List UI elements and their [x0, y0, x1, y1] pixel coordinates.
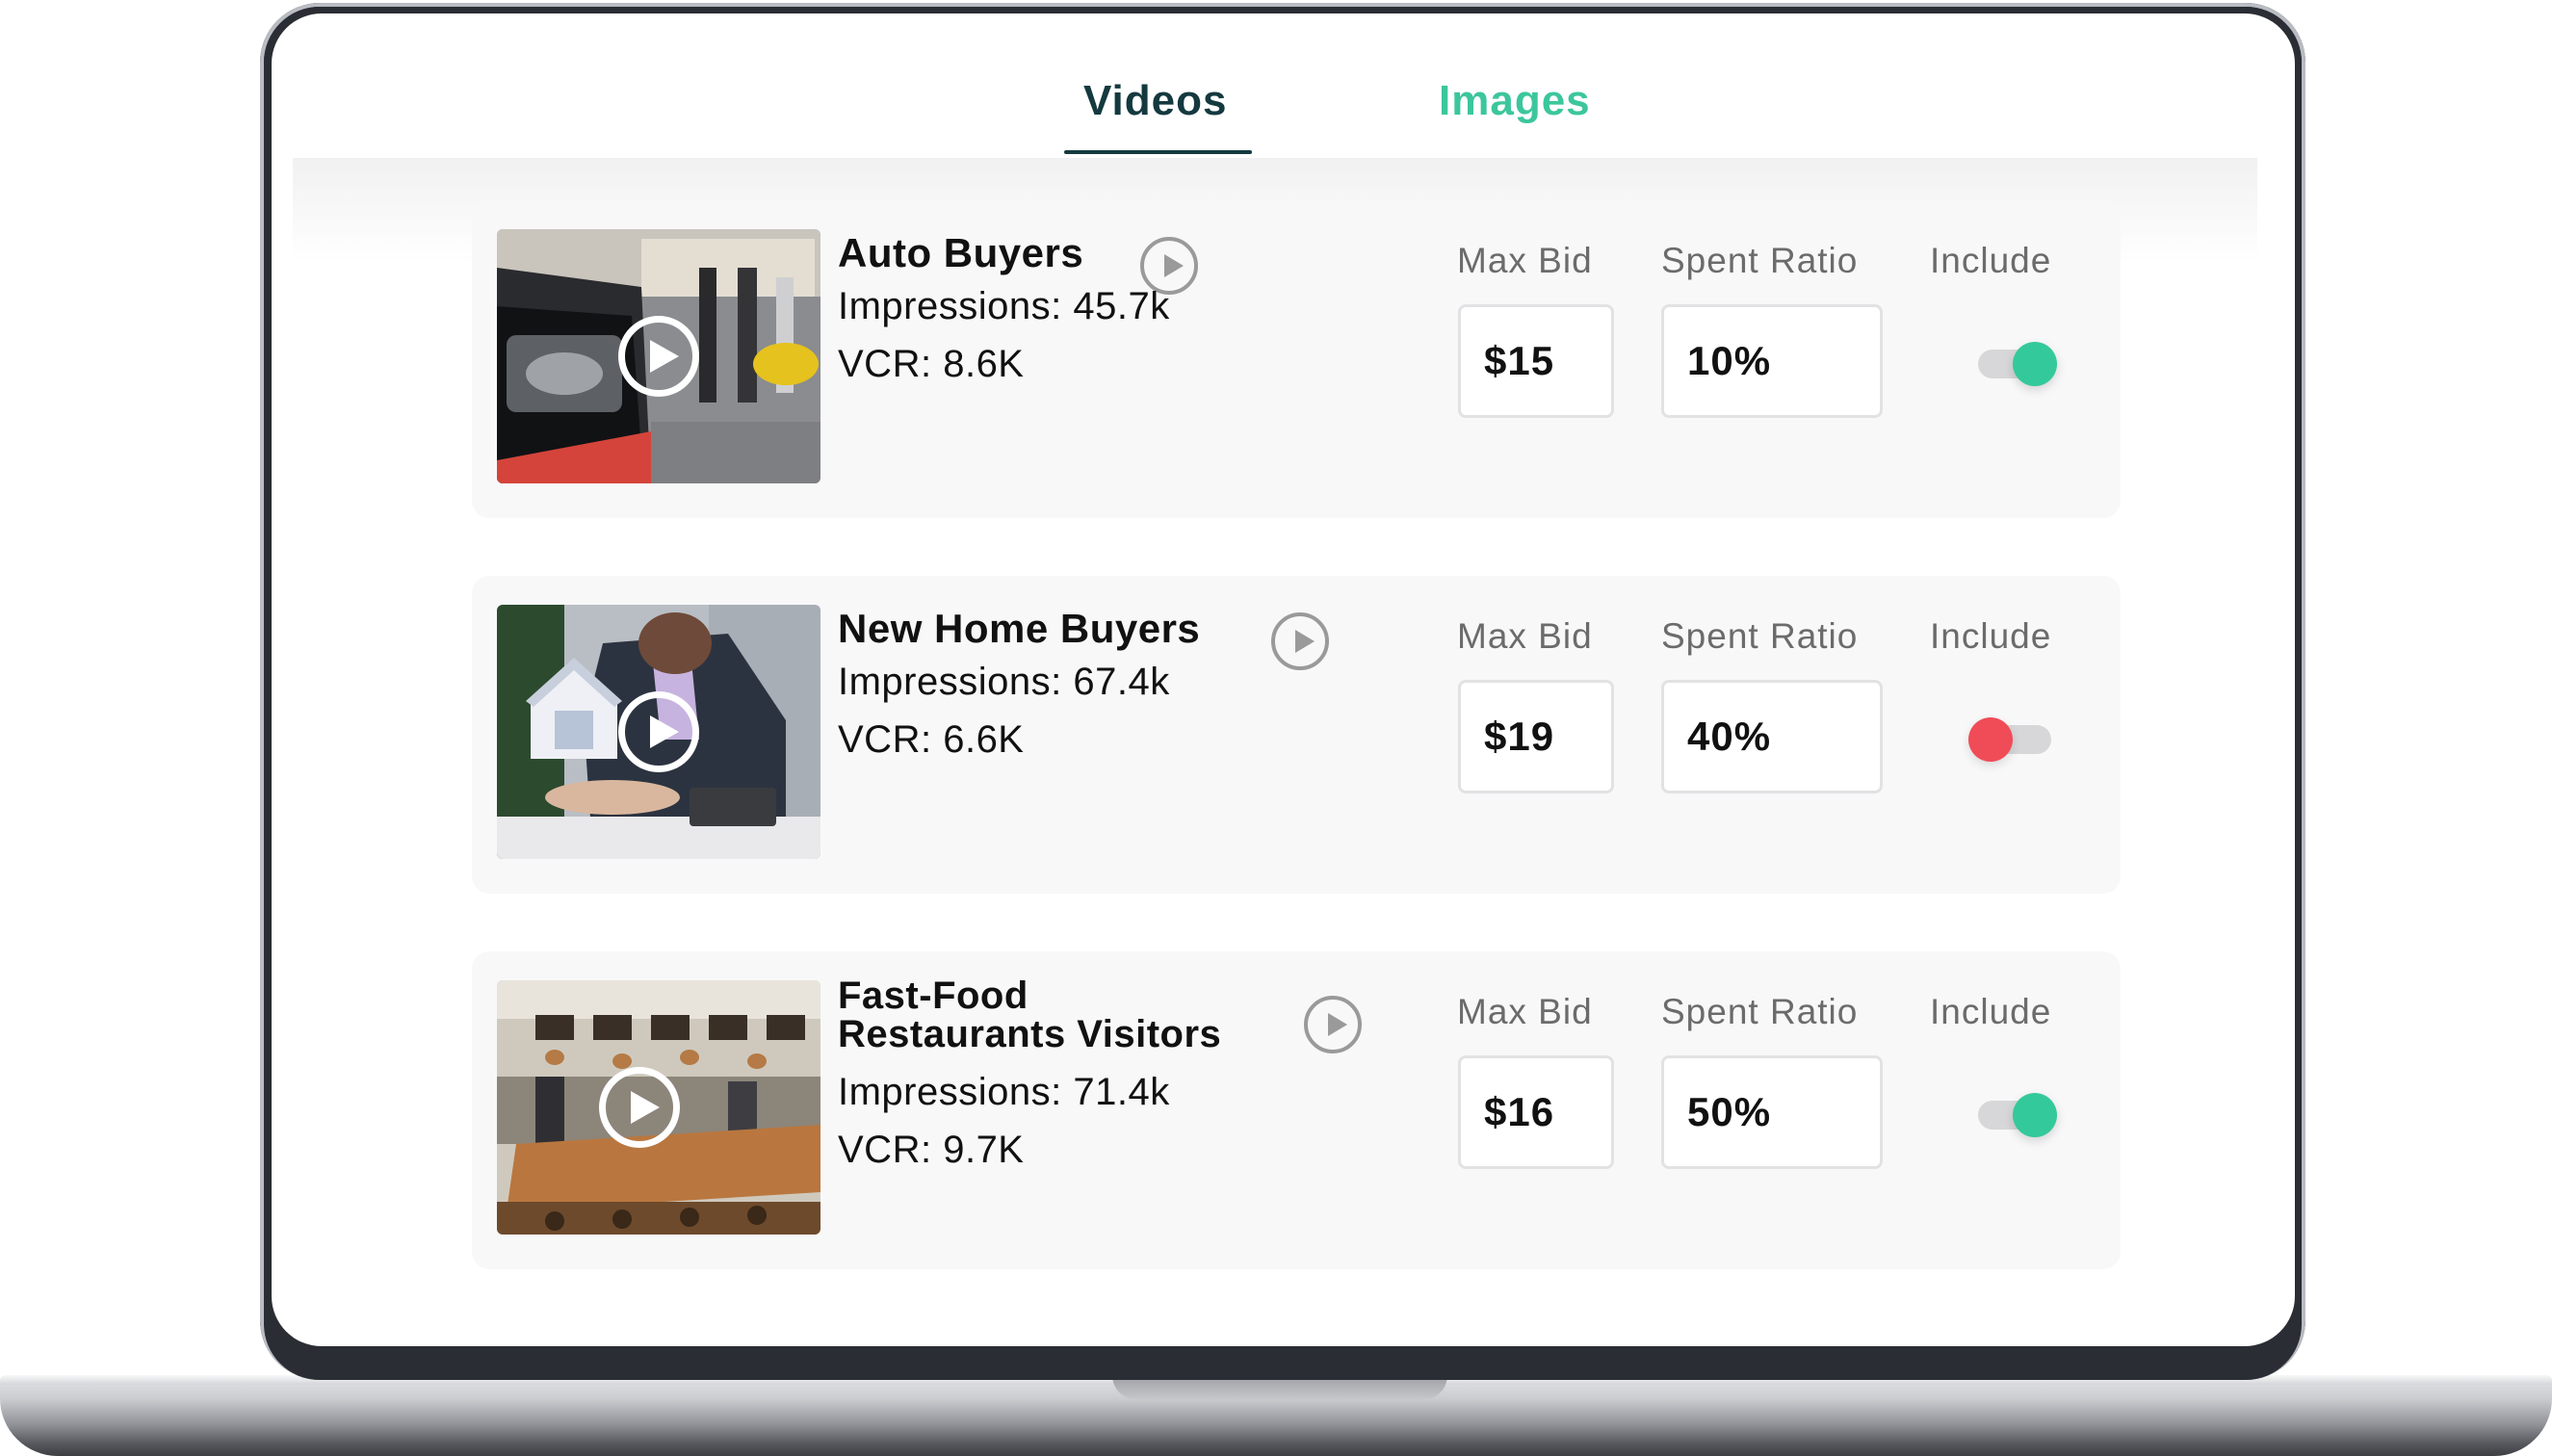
tab-images[interactable]: Images	[1439, 77, 1591, 125]
spent-ratio-input[interactable]: 10%	[1661, 304, 1883, 418]
vcr-stat: VCR: 9.7K	[838, 1129, 1025, 1172]
audience-title: Fast-Food Restaurants Visitors	[838, 976, 1221, 1053]
vcr-label: VCR:	[838, 1129, 932, 1171]
impressions-stat: Impressions: 45.7k	[838, 285, 1170, 328]
include-label: Include	[1930, 992, 2052, 1031]
audience-list: Auto Buyers Impressions: 45.7k VCR: 8.6K…	[293, 158, 2257, 1342]
vcr-value: 8.6K	[943, 343, 1025, 385]
play-circle-icon	[618, 691, 699, 772]
spent-ratio-label: Spent Ratio	[1661, 992, 1859, 1031]
audience-title-line1: Fast-Food	[838, 975, 1029, 1017]
media-tabs: Videos Images	[272, 13, 2295, 158]
impressions-value: 71.4k	[1073, 1071, 1170, 1113]
vcr-label: VCR:	[838, 718, 932, 761]
impressions-value: 67.4k	[1073, 661, 1170, 703]
tab-videos[interactable]: Videos	[1083, 77, 1227, 125]
play-circle-icon	[618, 316, 699, 397]
impressions-label: Impressions:	[838, 1071, 1062, 1113]
toggle-knob	[1968, 717, 2013, 762]
spent-ratio-label: Spent Ratio	[1661, 241, 1859, 280]
spent-ratio-input[interactable]: 50%	[1661, 1055, 1883, 1169]
toggle-knob	[2013, 342, 2057, 386]
spent-ratio-input[interactable]: 40%	[1661, 680, 1883, 793]
max-bid-label: Max Bid	[1457, 616, 1593, 656]
audience-title-line2: Restaurants Visitors	[838, 1013, 1222, 1055]
max-bid-input[interactable]: $16	[1458, 1055, 1614, 1169]
include-toggle[interactable]	[1968, 717, 2051, 762]
laptop-screen: Videos Images Auto Buyers Impressions: 4…	[272, 13, 2295, 1346]
max-bid-label: Max Bid	[1457, 992, 1593, 1031]
active-tab-indicator	[1064, 150, 1252, 154]
audience-card-auto-buyers: Auto Buyers Impressions: 45.7k VCR: 8.6K…	[472, 200, 2121, 518]
play-circle-icon[interactable]	[1304, 996, 1362, 1053]
vcr-stat: VCR: 6.6K	[838, 718, 1025, 762]
include-label: Include	[1930, 241, 2052, 280]
include-label: Include	[1930, 616, 2052, 656]
impressions-value: 45.7k	[1073, 285, 1170, 327]
play-circle-icon[interactable]	[1271, 612, 1329, 670]
max-bid-input[interactable]: $15	[1458, 304, 1614, 418]
audience-card-new-home-buyers: New Home Buyers Impressions: 67.4k VCR: …	[472, 576, 2121, 894]
video-thumbnail[interactable]	[497, 229, 820, 483]
impressions-label: Impressions:	[838, 285, 1062, 327]
include-toggle[interactable]	[1978, 342, 2057, 386]
audience-card-fast-food-visitors: Fast-Food Restaurants Visitors Impressio…	[472, 951, 2121, 1269]
max-bid-label: Max Bid	[1457, 241, 1593, 280]
max-bid-input[interactable]: $19	[1458, 680, 1614, 793]
include-toggle[interactable]	[1978, 1093, 2057, 1137]
vcr-value: 6.6K	[943, 718, 1025, 761]
impressions-stat: Impressions: 71.4k	[838, 1071, 1170, 1114]
impressions-stat: Impressions: 67.4k	[838, 661, 1170, 704]
vcr-label: VCR:	[838, 343, 932, 385]
impressions-label: Impressions:	[838, 661, 1062, 703]
video-thumbnail[interactable]	[497, 605, 820, 859]
spent-ratio-label: Spent Ratio	[1661, 616, 1859, 656]
play-circle-icon	[599, 1067, 680, 1148]
vcr-value: 9.7K	[943, 1129, 1025, 1171]
toggle-knob	[2013, 1093, 2057, 1137]
audience-title: Auto Buyers	[838, 230, 1084, 275]
audience-title: New Home Buyers	[838, 606, 1201, 651]
vcr-stat: VCR: 8.6K	[838, 343, 1025, 386]
video-thumbnail[interactable]	[497, 980, 820, 1235]
